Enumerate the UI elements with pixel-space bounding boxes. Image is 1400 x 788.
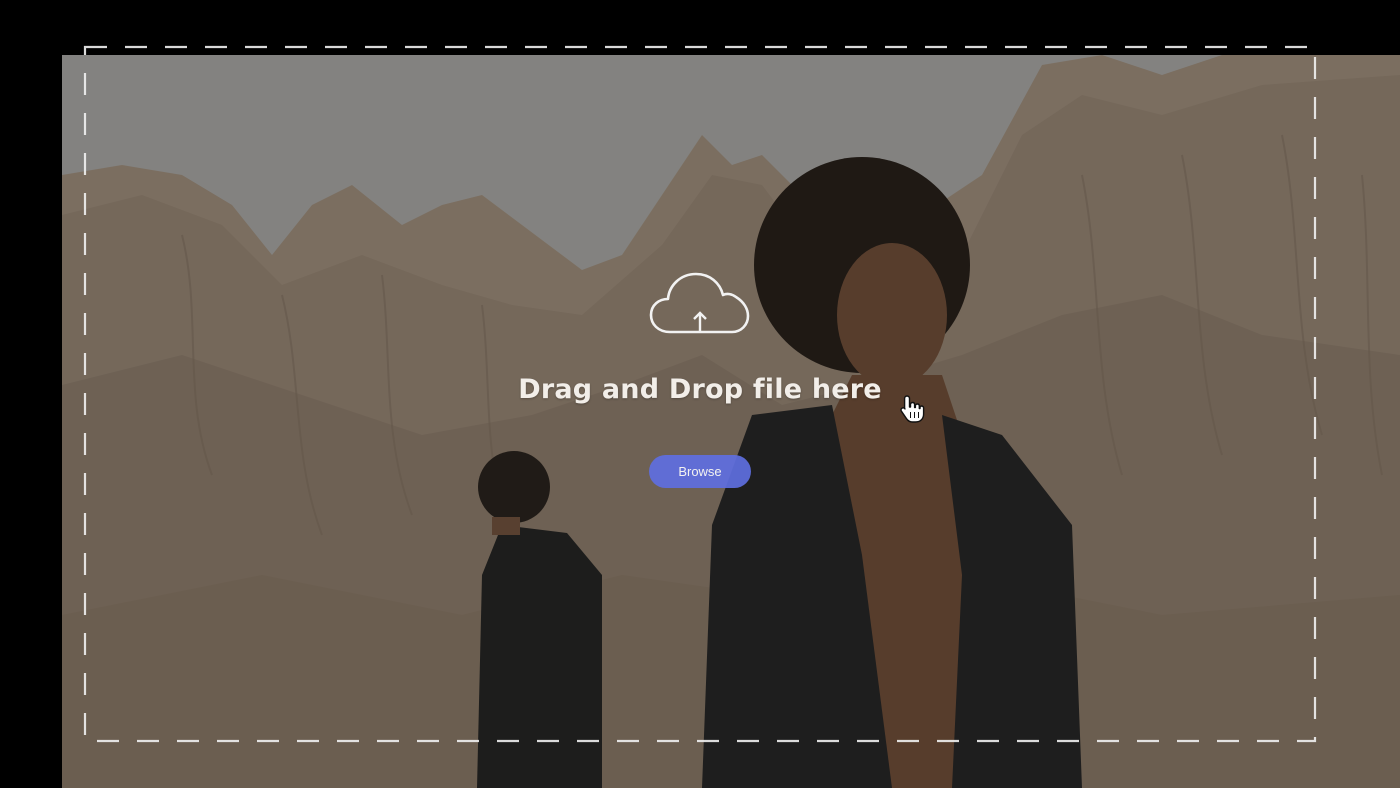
drop-instructions: Drag and Drop file here bbox=[518, 374, 882, 405]
browse-button[interactable]: Browse bbox=[649, 455, 751, 488]
hand-pointer-icon bbox=[898, 394, 926, 424]
cloud-upload-icon bbox=[648, 268, 752, 340]
upload-screen: Drag and Drop file here Browse bbox=[0, 0, 1400, 788]
